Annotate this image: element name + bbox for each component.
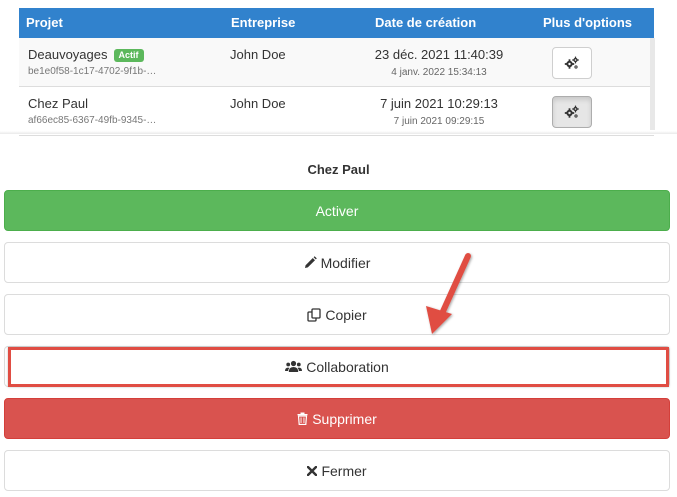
options-button[interactable] (552, 96, 592, 128)
column-header-date[interactable]: Date de création (375, 15, 476, 30)
close-button-label: Fermer (321, 462, 367, 479)
delete-button-label: Supprimer (312, 410, 377, 427)
delete-button[interactable]: Supprimer (4, 398, 670, 439)
creation-date: 23 déc. 2021 11:40:39 (374, 47, 504, 62)
project-id: be1e0f58-1c17-4702-9f1b-… (28, 66, 157, 77)
table-row[interactable]: Deauvoyages Actif be1e0f58-1c17-4702-9f1b… (19, 38, 654, 87)
project-name-text: Deauvoyages (28, 47, 108, 62)
options-modal: Chez Paul Activer Modifier Copier Collab… (0, 137, 677, 497)
activate-button-label: Activer (315, 202, 359, 219)
modification-date: 7 juin 2021 09:29:15 (393, 116, 485, 127)
close-icon (307, 465, 318, 476)
activate-button[interactable]: Activer (4, 190, 670, 231)
projects-table-area: Projet Entreprise Date de création Plus … (0, 0, 677, 136)
projects-table: Projet Entreprise Date de création Plus … (19, 8, 654, 136)
copy-button[interactable]: Copier (4, 294, 670, 335)
scrollbar[interactable] (650, 38, 655, 130)
status-badge: Actif (113, 49, 144, 62)
project-name-text: Chez Paul (28, 96, 88, 111)
column-header-projet[interactable]: Projet (26, 15, 63, 30)
edit-button-label: Modifier (320, 254, 371, 271)
table-header: Projet Entreprise Date de création Plus … (19, 8, 654, 38)
table-row[interactable]: Chez Paul af66ec85-6367-49fb-9345-… John… (19, 87, 654, 136)
options-button[interactable] (552, 47, 592, 79)
creation-date: 7 juin 2021 10:29:13 (380, 96, 498, 111)
users-icon (285, 360, 303, 373)
modification-date: 4 janv. 2022 15:34:13 (391, 67, 487, 78)
trash-icon (297, 412, 308, 425)
gears-icon (564, 105, 579, 118)
project-name[interactable]: Chez Paul (28, 96, 88, 111)
gears-icon (564, 56, 579, 69)
project-id: af66ec85-6367-49fb-9345-… (28, 115, 157, 126)
copy-button-label: Copier (325, 306, 367, 323)
modal-title: Chez Paul (307, 162, 370, 177)
collaboration-button[interactable]: Collaboration (4, 346, 670, 387)
close-button[interactable]: Fermer (4, 450, 670, 491)
company-name: John Doe (230, 96, 286, 111)
column-header-entreprise[interactable]: Entreprise (231, 15, 295, 30)
edit-button[interactable]: Modifier (4, 242, 670, 283)
pencil-icon (304, 256, 317, 269)
collaboration-button-label: Collaboration (306, 358, 389, 375)
company-name: John Doe (230, 47, 286, 62)
project-name[interactable]: Deauvoyages Actif (28, 47, 144, 62)
column-header-options: Plus d'options (543, 15, 633, 30)
copy-icon (307, 307, 322, 322)
